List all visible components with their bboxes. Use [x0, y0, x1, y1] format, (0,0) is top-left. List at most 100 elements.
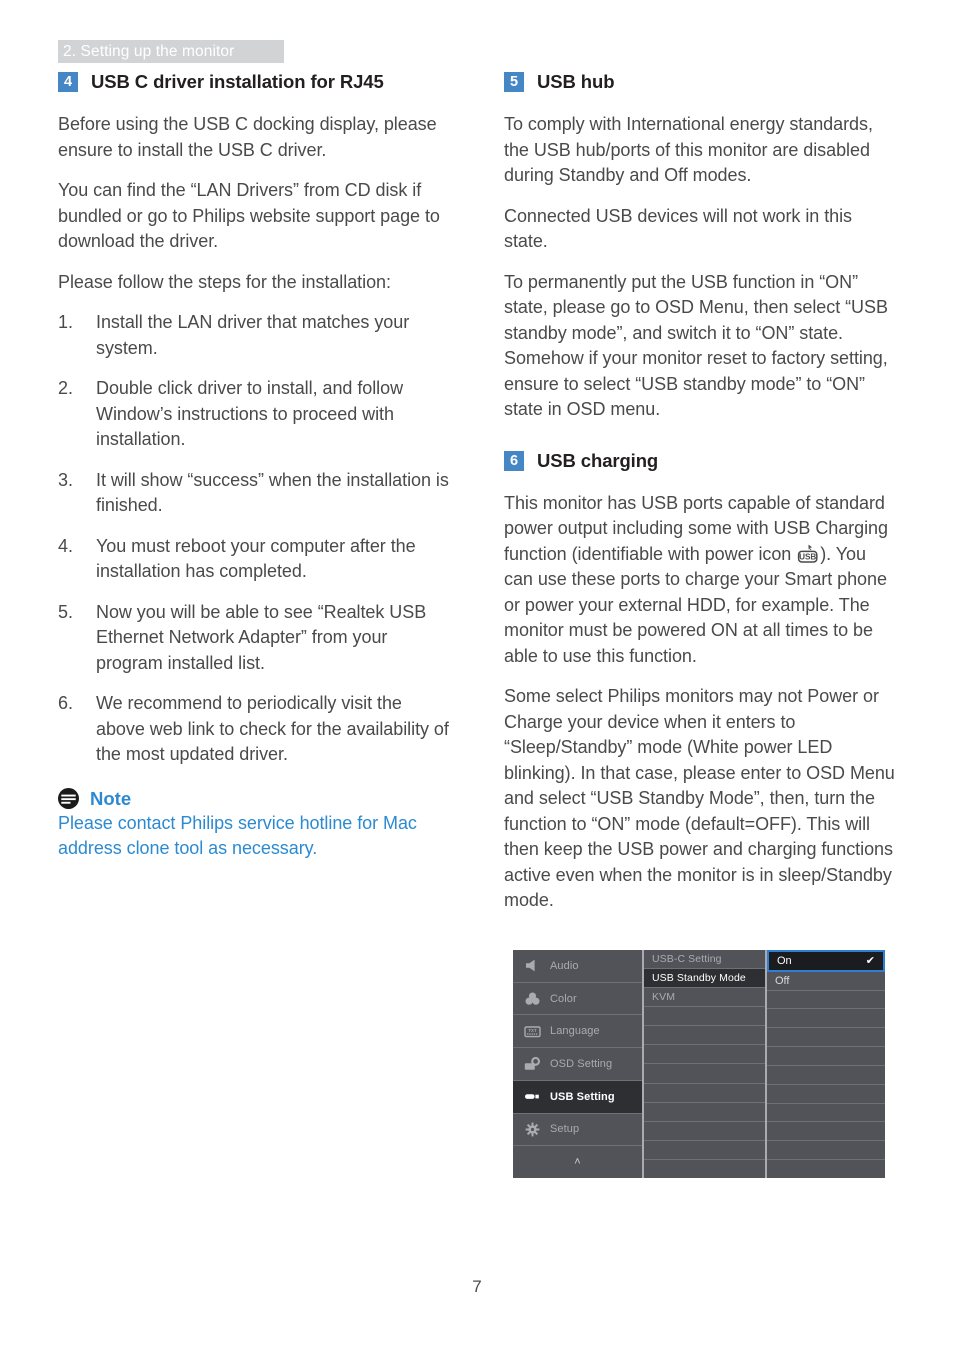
left-column: 4 USB C driver installation for RJ45 Bef…: [58, 70, 450, 862]
list-item-text: Now you will be able to see “Realtek USB…: [96, 601, 427, 673]
list-item: 4. You must reboot your computer after t…: [58, 534, 450, 585]
list-item-number: 6.: [58, 693, 73, 713]
paragraph-permanently-on: To permanently put the USB function in “…: [504, 271, 888, 420]
list-item-number: 1.: [58, 312, 73, 332]
paragraph-connected-devices: Connected USB devices will not work in t…: [504, 205, 853, 252]
section-badge-5: 5: [504, 72, 524, 92]
osd-item-label: USB Setting: [550, 1090, 615, 1103]
osd-option-empty: [767, 1104, 885, 1123]
osd-submenu-label: USB-C Setting: [652, 953, 722, 966]
section-heading-usb-charging: 6 USB charging: [504, 449, 896, 473]
osd-option-empty: [767, 991, 885, 1010]
list-item-text: We recommend to periodically visit the a…: [96, 693, 449, 764]
osd-submenu-label: KVM: [652, 991, 676, 1004]
note-block: Note Please contact Philips service hotl…: [58, 787, 450, 862]
chevron-up-icon: ˄: [574, 1155, 581, 1168]
section-heading-usb-hub: 5 USB hub: [504, 70, 896, 94]
osd-item-audio[interactable]: Audio: [513, 950, 642, 983]
osd-submenu-label: USB Standby Mode: [652, 972, 746, 985]
paragraph-lan-drivers: You can find the “LAN Drivers” from CD d…: [58, 180, 440, 251]
list-item-text: You must reboot your computer after the …: [96, 535, 416, 582]
installation-steps-list: 1. Install the LAN driver that matches y…: [58, 310, 450, 768]
osd-submenu-usb-c-setting[interactable]: USB-C Setting: [644, 950, 765, 970]
list-item-number: 2.: [58, 378, 73, 398]
osd-submenu-empty: [644, 1007, 765, 1027]
usb-charging-icon: USB: [797, 544, 819, 564]
osd-item-color[interactable]: Color: [513, 983, 642, 1016]
speaker-icon: [524, 958, 541, 973]
gear-icon: [524, 1122, 541, 1137]
osd-submenu-empty: [644, 1064, 765, 1084]
osd-option-empty: [767, 1160, 885, 1178]
note-label: Note: [90, 787, 132, 809]
list-item-text: Install the LAN driver that matches your…: [96, 312, 410, 358]
osd-item-language[interactable]: TXT Language: [513, 1015, 642, 1049]
osd-option-empty: [767, 1009, 885, 1029]
osd-item-osd-setting[interactable]: OSD Setting: [513, 1048, 642, 1081]
svg-text:TXT: TXT: [528, 1028, 537, 1033]
osd-category-column: Audio Color TXT Language OSD Setting USB: [513, 950, 644, 1178]
osd-submenu-empty: [644, 1122, 765, 1141]
osd-submenu-empty: [644, 1141, 765, 1160]
list-item-number: 3.: [58, 469, 73, 490]
paragraph-energy-standards: To comply with International energy stan…: [504, 114, 873, 185]
osd-submenu-empty: [644, 1026, 765, 1046]
osd-submenu-column: USB-C Setting USB Standby Mode KVM: [644, 950, 767, 1178]
section-heading-usb-c-driver: 4 USB C driver installation for RJ45: [58, 70, 450, 94]
osd-item-setup[interactable]: Setup: [513, 1114, 642, 1147]
osd-submenu-empty: [644, 1084, 765, 1103]
osd-option-off[interactable]: Off: [767, 972, 885, 991]
paragraph-before-using: Before using the USB C docking display, …: [58, 114, 437, 160]
osd-option-empty: [767, 1122, 885, 1142]
note-heading: Note: [58, 787, 450, 809]
osd-item-label: Color: [550, 992, 577, 1005]
running-header-label: 2. Setting up the monitor: [63, 42, 235, 60]
section-title-usb-charging: USB charging: [537, 449, 659, 471]
list-item-text: It will show “success” when the installa…: [96, 469, 449, 516]
paragraph-follow-steps: Please follow the steps for the installa…: [58, 271, 391, 292]
osd-submenu-empty: [644, 1160, 765, 1178]
section-title-usb-hub: USB hub: [537, 71, 615, 92]
paragraph-usb-ports-capable: This monitor has USB ports capable of st…: [504, 491, 896, 670]
section-badge-6: 6: [504, 450, 524, 471]
list-item-number: 4.: [58, 535, 73, 556]
list-item: 3. It will show “success” when the insta…: [58, 468, 450, 519]
osd-menu-screenshot: Audio Color TXT Language OSD Setting USB: [513, 950, 885, 1178]
osd-item-label: Language: [550, 1025, 600, 1038]
right-column: 5 USB hub To comply with International e…: [504, 70, 896, 929]
osd-submenu-usb-standby-mode[interactable]: USB Standby Mode: [644, 969, 765, 989]
osd-collapse-button[interactable]: ˄: [513, 1146, 642, 1178]
osd-setting-icon: [524, 1056, 541, 1072]
osd-submenu-empty: [644, 1045, 765, 1065]
note-body: Please contact Philips service hotline f…: [58, 812, 417, 859]
list-item-text: Double click driver to install, and foll…: [96, 378, 404, 449]
section-badge-4: 4: [58, 72, 78, 92]
osd-option-empty: [767, 1141, 885, 1161]
check-icon: ✔: [865, 955, 875, 968]
section-title-usb-c-driver: USB C driver installation for RJ45: [91, 71, 384, 92]
osd-option-empty: [767, 1047, 885, 1066]
list-item-number: 5.: [58, 601, 73, 622]
osd-item-label: Audio: [550, 959, 579, 972]
osd-item-usb-setting[interactable]: USB Setting: [513, 1080, 642, 1114]
osd-option-empty: [767, 1085, 885, 1104]
osd-option-empty: [767, 1066, 885, 1085]
list-item: 2. Double click driver to install, and f…: [58, 376, 450, 453]
osd-option-column: On ✔ Off: [767, 950, 885, 1178]
list-item: 6. We recommend to periodically visit th…: [58, 691, 450, 768]
osd-option-empty: [767, 1028, 885, 1048]
paragraph-sleep-standby: Some select Philips monitors may not Pow…: [504, 686, 895, 910]
osd-option-on[interactable]: On ✔: [767, 950, 885, 972]
svg-text:USB: USB: [799, 552, 816, 561]
osd-option-label: On: [777, 954, 792, 967]
osd-item-label: OSD Setting: [550, 1058, 613, 1071]
color-icon: [524, 991, 541, 1006]
running-header: 2. Setting up the monitor: [58, 40, 284, 63]
list-item: 5. Now you will be able to see “Realtek …: [58, 600, 450, 677]
page-number: 7: [472, 1277, 482, 1296]
osd-submenu-empty: [644, 1103, 765, 1122]
osd-submenu-kvm[interactable]: KVM: [644, 988, 765, 1008]
osd-option-label: Off: [775, 974, 790, 987]
text-icon: TXT: [524, 1024, 541, 1039]
list-item: 1. Install the LAN driver that matches y…: [58, 310, 450, 361]
